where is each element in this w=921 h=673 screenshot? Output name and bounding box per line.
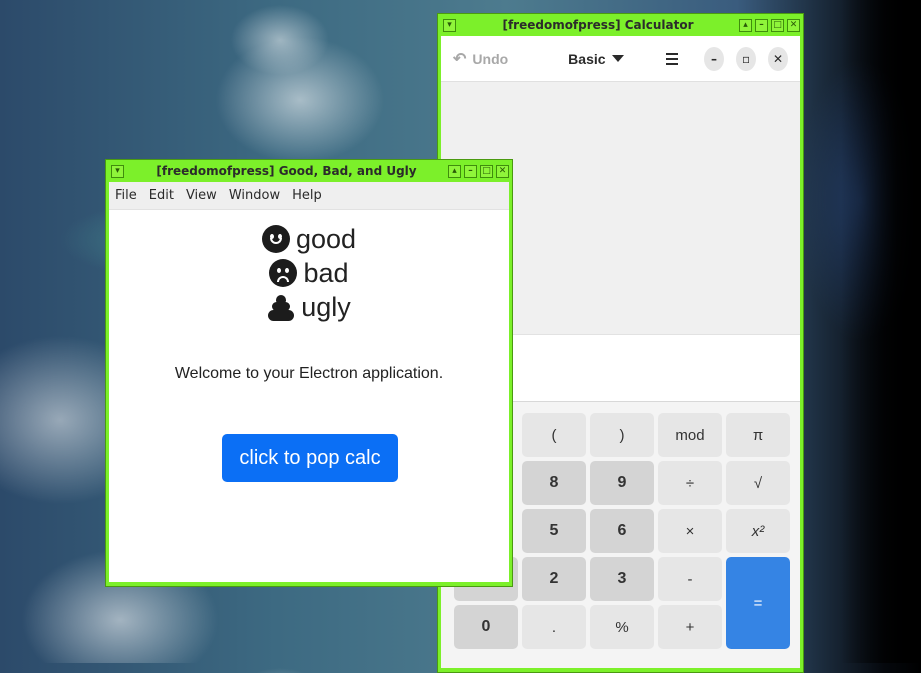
menu-view[interactable]: View	[186, 188, 217, 203]
key-equals[interactable]: =	[726, 557, 790, 649]
undo-label: Undo	[472, 50, 509, 67]
key-5[interactable]: 5	[522, 509, 586, 553]
earth-shadow	[841, 0, 921, 663]
poop-icon	[267, 293, 295, 321]
calculator-titlebar[interactable]: ▾ [freedomofpress] Calculator ▴ – □ ✕	[441, 14, 800, 36]
calculator-window-title: [freedomofpress] Calculator	[502, 18, 694, 32]
minimize-icon[interactable]: –	[464, 164, 477, 178]
menu-help[interactable]: Help	[292, 188, 322, 203]
close-icon[interactable]: ✕	[496, 164, 509, 178]
list-item-ugly: ugly	[109, 290, 509, 324]
maximize-icon[interactable]: □	[480, 164, 493, 178]
shade-icon[interactable]: ▴	[739, 18, 752, 32]
menu-window[interactable]: Window	[229, 188, 280, 203]
menu-edit[interactable]: Edit	[149, 188, 174, 203]
bad-label: bad	[303, 258, 349, 288]
frowning-face-icon	[269, 259, 298, 287]
key-8[interactable]: 8	[522, 461, 586, 505]
key-subtract[interactable]: -	[658, 557, 722, 601]
key-9[interactable]: 9	[590, 461, 654, 505]
key-square[interactable]: x²	[726, 509, 790, 553]
list-item-bad: bad	[109, 256, 509, 290]
key-divide[interactable]: ÷	[658, 461, 722, 505]
undo-icon: ↶	[453, 50, 467, 68]
key-sqrt[interactable]: √	[726, 461, 790, 505]
app-close-button[interactable]: ✕	[768, 46, 788, 71]
key-percent[interactable]: %	[590, 605, 654, 649]
gbu-window[interactable]: ▾ [freedomofpress] Good, Bad, and Ugly ▴…	[105, 159, 513, 587]
key-0[interactable]: 0	[454, 605, 518, 649]
key-mod[interactable]: mod	[658, 413, 722, 457]
mode-label: Basic	[568, 50, 606, 67]
undo-button[interactable]: ↶ Undo	[453, 49, 508, 69]
minimize-icon[interactable]: –	[755, 18, 768, 32]
gbu-titlebar[interactable]: ▾ [freedomofpress] Good, Bad, and Ugly ▴…	[109, 160, 509, 182]
key-open-paren[interactable]: (	[522, 413, 586, 457]
close-icon[interactable]: ✕	[787, 18, 800, 32]
mode-selector[interactable]: Basic	[568, 50, 624, 67]
smiling-face-icon	[261, 225, 290, 253]
key-close-paren[interactable]: )	[590, 413, 654, 457]
pop-calc-button[interactable]: click to pop calc	[222, 434, 398, 482]
ugly-label: ugly	[301, 292, 351, 322]
menu-file[interactable]: File	[115, 188, 137, 203]
key-multiply[interactable]: ×	[658, 509, 722, 553]
hamburger-menu-icon[interactable]	[665, 52, 679, 65]
good-label: good	[295, 224, 357, 254]
key-pi[interactable]: π	[726, 413, 790, 457]
calculator-headerbar: ↶ Undo Basic – ▫ ✕	[441, 36, 800, 82]
app-minimize-button[interactable]: –	[704, 46, 725, 71]
window-menu-icon[interactable]: ▾	[111, 164, 124, 178]
menu-bar: File Edit View Window Help	[109, 182, 509, 210]
app-maximize-button[interactable]: ▫	[736, 46, 756, 71]
key-add[interactable]: +	[658, 605, 722, 649]
window-menu-icon[interactable]: ▾	[443, 18, 456, 32]
key-decimal[interactable]: .	[522, 605, 586, 649]
chevron-down-icon	[611, 55, 624, 62]
shade-icon[interactable]: ▴	[448, 164, 461, 178]
key-6[interactable]: 6	[590, 509, 654, 553]
gbu-window-title: [freedomofpress] Good, Bad, and Ugly	[156, 164, 417, 178]
list-item-good: good	[109, 222, 509, 256]
welcome-text: Welcome to your Electron application.	[174, 365, 444, 382]
emoji-list: good bad ugly	[109, 222, 509, 324]
key-2[interactable]: 2	[522, 557, 586, 601]
key-3[interactable]: 3	[590, 557, 654, 601]
maximize-icon[interactable]: □	[771, 18, 784, 32]
gbu-content: File Edit View Window Help good bad ugly…	[109, 182, 509, 582]
